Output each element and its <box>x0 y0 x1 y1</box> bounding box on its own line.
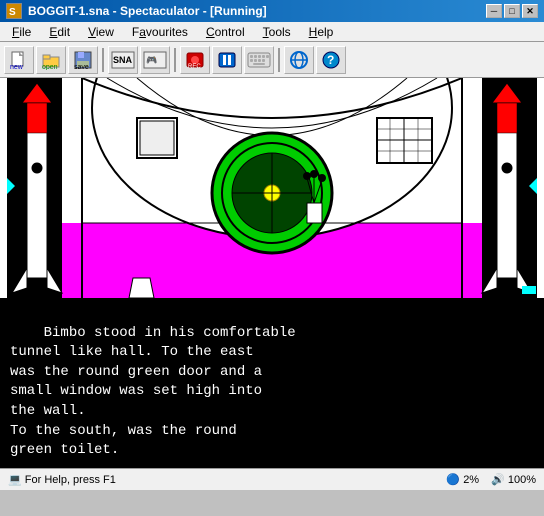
sound-icon: 🔊 <box>491 474 505 486</box>
sound-status: 🔊 100% <box>491 473 536 486</box>
game-main-text: Bimbo stood in his comfortable tunnel li… <box>10 325 296 459</box>
menu-file[interactable]: File <box>4 23 39 41</box>
menu-bar: File Edit View Favourites Control Tools … <box>0 22 544 42</box>
toolbar-open[interactable]: open <box>36 46 66 74</box>
title-bar-left: S BOGGIT-1.sna - Spectaculator - [Runnin… <box>6 3 267 19</box>
toolbar-sep-3 <box>278 48 280 72</box>
svg-text:SNA: SNA <box>113 55 133 65</box>
menu-favourites[interactable]: Favourites <box>124 23 196 41</box>
svg-text:new: new <box>10 64 24 70</box>
status-right: 🔵 2% 🔊 100% <box>446 473 536 486</box>
menu-tools[interactable]: Tools <box>255 23 299 41</box>
title-bar-controls: ─ □ ✕ <box>486 4 538 18</box>
toolbar-new[interactable]: new <box>4 46 34 74</box>
toolbar-internet[interactable] <box>284 46 314 74</box>
svg-text:🎮: 🎮 <box>146 55 157 65</box>
svg-text:REC: REC <box>188 64 201 70</box>
game-container: Bimbo stood in his comfortable tunnel li… <box>0 78 544 468</box>
toolbar-help[interactable]: ? <box>316 46 346 74</box>
help-icon: 💻 <box>8 474 22 486</box>
app-icon: S <box>6 3 22 19</box>
help-text: For Help, press F1 <box>25 474 116 486</box>
toolbar-pause[interactable] <box>212 46 242 74</box>
window-title: BOGGIT-1.sna - Spectaculator - [Running] <box>28 4 267 18</box>
menu-edit[interactable]: Edit <box>41 23 78 41</box>
svg-text:save: save <box>74 64 89 70</box>
close-button[interactable]: ✕ <box>522 4 538 18</box>
svg-text:open: open <box>42 64 58 70</box>
cpu-label: 2% <box>463 474 479 486</box>
status-bar: 💻 For Help, press F1 🔵 2% 🔊 100% <box>0 468 544 490</box>
menu-control[interactable]: Control <box>198 23 253 41</box>
toolbar-keyboard[interactable] <box>244 46 274 74</box>
cpu-icon: 🔵 <box>446 474 460 486</box>
menu-help[interactable]: Help <box>301 23 342 41</box>
toolbar-sep-2 <box>174 48 176 72</box>
title-bar: S BOGGIT-1.sna - Spectaculator - [Runnin… <box>0 0 544 22</box>
game-text-area: Bimbo stood in his comfortable tunnel li… <box>0 298 544 468</box>
toolbar-poke[interactable]: 🎮 <box>140 46 170 74</box>
game-scene <box>0 78 544 298</box>
maximize-button[interactable]: □ <box>504 4 520 18</box>
menu-view[interactable]: View <box>80 23 122 41</box>
cpu-status: 🔵 2% <box>446 473 479 486</box>
toolbar-save[interactable]: save <box>68 46 98 74</box>
toolbar: new open save SNA 🎮 <box>0 42 544 78</box>
toolbar-snapshot[interactable]: SNA <box>108 46 138 74</box>
graphics-area <box>0 78 544 298</box>
minimize-button[interactable]: ─ <box>486 4 502 18</box>
status-help: 💻 For Help, press F1 <box>8 473 438 486</box>
toolbar-sep-1 <box>102 48 104 72</box>
toolbar-record[interactable]: REC <box>180 46 210 74</box>
sound-label: 100% <box>508 474 536 486</box>
svg-text:?: ? <box>327 53 334 67</box>
svg-text:S: S <box>9 7 16 18</box>
